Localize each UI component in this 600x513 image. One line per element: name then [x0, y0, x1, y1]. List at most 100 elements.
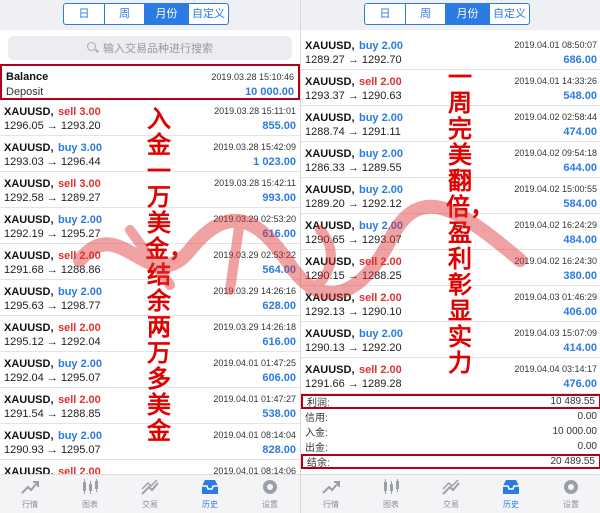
tab-label: 图表 [383, 500, 399, 509]
deal-date: 2019.03.28 15:11:01 [214, 105, 296, 116]
deal-profit: 855.00 [262, 119, 296, 132]
deal-side: buy 2.00 [57, 285, 102, 298]
period-tab-week[interactable]: 周 [104, 4, 144, 24]
deal-row[interactable]: XAUUSD, buy 2.00 2019.03.29 14:26:16 1295.… [0, 280, 300, 316]
deal-row[interactable]: XAUUSD, buy 2.00 2019.04.01 08:14:04 1290.… [0, 424, 300, 460]
period-tab-month[interactable]: 月份 [445, 4, 489, 24]
tab-label: 图表 [82, 500, 98, 509]
period-segmented-control: 日 周 月份 自定义 [63, 3, 229, 25]
deal-side: sell 3.00 [57, 177, 101, 190]
period-tab-day[interactable]: 日 [64, 4, 104, 24]
deal-prices: 1291.68 → 1288.86 [4, 263, 101, 276]
account-summary: 利润: 10 489.55 信用: 0.00 入金: 10 000.00 出金: 0.00 结余… [301, 394, 600, 469]
deal-side: sell 2.00 [358, 291, 402, 304]
deal-row[interactable]: XAUUSD, sell 2.00 2019.03.29 02:53:22 1291… [0, 244, 300, 280]
trade-icon [139, 477, 161, 497]
tab-label: 行情 [22, 500, 38, 509]
tab-trade[interactable]: 交易 [421, 475, 481, 513]
deal-date: 2019.03.29 14:26:16 [213, 285, 296, 296]
summary-label: 信用: [305, 413, 328, 424]
deal-row[interactable]: XAUUSD, sell 3.00 2019.03.28 15:42:11 1292… [0, 172, 300, 208]
period-tab-day[interactable]: 日 [365, 4, 405, 24]
deal-prices: 1290.15 → 1288.25 [305, 269, 402, 282]
deal-side: sell 2.00 [358, 363, 402, 376]
tab-settings[interactable]: 设置 [240, 475, 300, 513]
deal-row[interactable]: XAUUSD, sell 2.00 2019.04.04 03:14:17 1291… [301, 358, 600, 394]
deal-row[interactable]: XAUUSD, buy 2.00 2019.04.01 08:50:07 1289.… [301, 34, 600, 70]
deal-symbol: XAUUSD, [4, 321, 54, 334]
deal-row[interactable]: XAUUSD, sell 2.00 2019.04.02 16:24:30 1290… [301, 250, 600, 286]
summary-row: 信用: 0.00 [301, 409, 600, 424]
tab-label: 历史 [202, 500, 218, 509]
deal-prices: 1289.27 → 1292.70 [305, 53, 402, 66]
deal-date: 2019.04.02 16:24:30 [514, 255, 597, 266]
tab-quotes[interactable]: 行情 [0, 475, 60, 513]
deal-row[interactable]: XAUUSD, buy 2.00 2019.04.02 02:58:44 1288.… [301, 106, 600, 142]
tab-history[interactable]: 历史 [481, 475, 541, 513]
deal-row[interactable]: XAUUSD, buy 3.00 2019.03.28 15:42:09 1293.… [0, 136, 300, 172]
deal-profit: 476.00 [563, 377, 597, 390]
tab-label: 设置 [563, 500, 579, 509]
period-tab-month[interactable]: 月份 [144, 4, 188, 24]
deal-date: 2019.04.02 16:24:29 [514, 219, 597, 230]
deal-profit: 380.00 [563, 269, 597, 282]
summary-value: 10 000.00 [552, 426, 598, 437]
tab-label: 行情 [323, 500, 339, 509]
deal-prices: 1290.93 → 1295.07 [4, 443, 101, 456]
deal-prices: 1291.54 → 1288.85 [4, 407, 101, 420]
deal-prices: 1288.74 → 1291.11 [305, 125, 401, 138]
deal-profit: 584.00 [563, 197, 597, 210]
tab-trade[interactable]: 交易 [120, 475, 180, 513]
balance-row[interactable]: Balance 2019.03.28 15:10:46 Deposit 10 0… [0, 64, 300, 100]
deal-symbol: XAUUSD, [305, 39, 355, 52]
deal-row[interactable]: XAUUSD, sell 2.00 2019.04.01 14:33:26 1293… [301, 70, 600, 106]
deal-prices: 1290.13 → 1292.20 [305, 341, 402, 354]
quotes-icon [320, 477, 342, 497]
bottom-tab-bar: 行情 图表 交易 历史 设置 [301, 474, 600, 513]
deal-row[interactable]: XAUUSD, buy 2.00 2019.04.03 15:07:09 1290.… [301, 322, 600, 358]
history-icon [500, 477, 522, 497]
deal-row[interactable]: XAUUSD, sell 2.00 2019.03.29 14:26:18 1295… [0, 316, 300, 352]
deal-side: sell 2.00 [57, 249, 101, 262]
summary-label: 入金: [305, 428, 328, 439]
deal-date: 2019.04.03 01:46:29 [514, 291, 597, 302]
deal-prices: 1290.65 → 1293.07 [305, 233, 402, 246]
period-tab-week[interactable]: 周 [405, 4, 445, 24]
deal-date: 2019.04.03 15:07:09 [514, 327, 597, 338]
deal-symbol: XAUUSD, [4, 213, 54, 226]
search-input[interactable]: 输入交易品种进行搜索 [8, 36, 292, 60]
tab-chart[interactable]: 图表 [361, 475, 421, 513]
deal-list: XAUUSD, buy 2.00 2019.04.01 08:50:07 1289.… [301, 34, 600, 394]
balance-date: 2019.03.28 15:10:46 [211, 71, 294, 82]
tab-history[interactable]: 历史 [180, 475, 240, 513]
tab-quotes[interactable]: 行情 [301, 475, 361, 513]
tab-settings[interactable]: 设置 [541, 475, 600, 513]
tab-label: 历史 [503, 500, 519, 509]
deal-row[interactable]: XAUUSD, sell 2.00 2019.04.01 01:47:27 1291… [0, 388, 300, 424]
chart-icon [380, 477, 402, 497]
balance-label: Deposit [6, 85, 44, 98]
deal-side: buy 2.00 [358, 327, 403, 340]
period-tab-custom[interactable]: 自定义 [489, 4, 529, 24]
period-tab-custom[interactable]: 自定义 [188, 4, 228, 24]
deal-row[interactable]: XAUUSD, buy 2.00 2019.04.02 09:54:18 1286.… [301, 142, 600, 178]
deal-row[interactable]: XAUUSD, buy 2.00 2019.04.02 15:00:55 1289.… [301, 178, 600, 214]
deal-row[interactable]: XAUUSD, sell 2.00 2019.04.03 01:46:29 1292… [301, 286, 600, 322]
summary-row: 利润: 10 489.55 [301, 394, 600, 409]
summary-row: 入金: 10 000.00 [301, 424, 600, 439]
deal-row[interactable]: XAUUSD, sell 3.00 2019.03.28 15:11:01 1296… [0, 100, 300, 136]
deal-row[interactable]: XAUUSD, buy 2.00 2019.04.01 01:47:25 1292.… [0, 352, 300, 388]
tab-chart[interactable]: 图表 [60, 475, 120, 513]
deal-side: sell 2.00 [57, 321, 101, 334]
deal-profit: 616.00 [262, 335, 296, 348]
deal-row[interactable]: XAUUSD, buy 2.00 2019.03.29 02:53:20 1292.… [0, 208, 300, 244]
deal-symbol: XAUUSD, [4, 177, 54, 190]
deal-side: sell 2.00 [57, 393, 101, 406]
summary-label: 出金: [305, 443, 328, 454]
deal-symbol: XAUUSD, [305, 111, 355, 124]
deal-row[interactable]: XAUUSD, buy 2.00 2019.04.02 16:24:29 1290.… [301, 214, 600, 250]
deal-prices: 1292.19 → 1295.27 [4, 227, 101, 240]
deal-profit: 644.00 [563, 161, 597, 174]
search-icon [87, 42, 99, 54]
deal-side: buy 3.00 [57, 141, 102, 154]
